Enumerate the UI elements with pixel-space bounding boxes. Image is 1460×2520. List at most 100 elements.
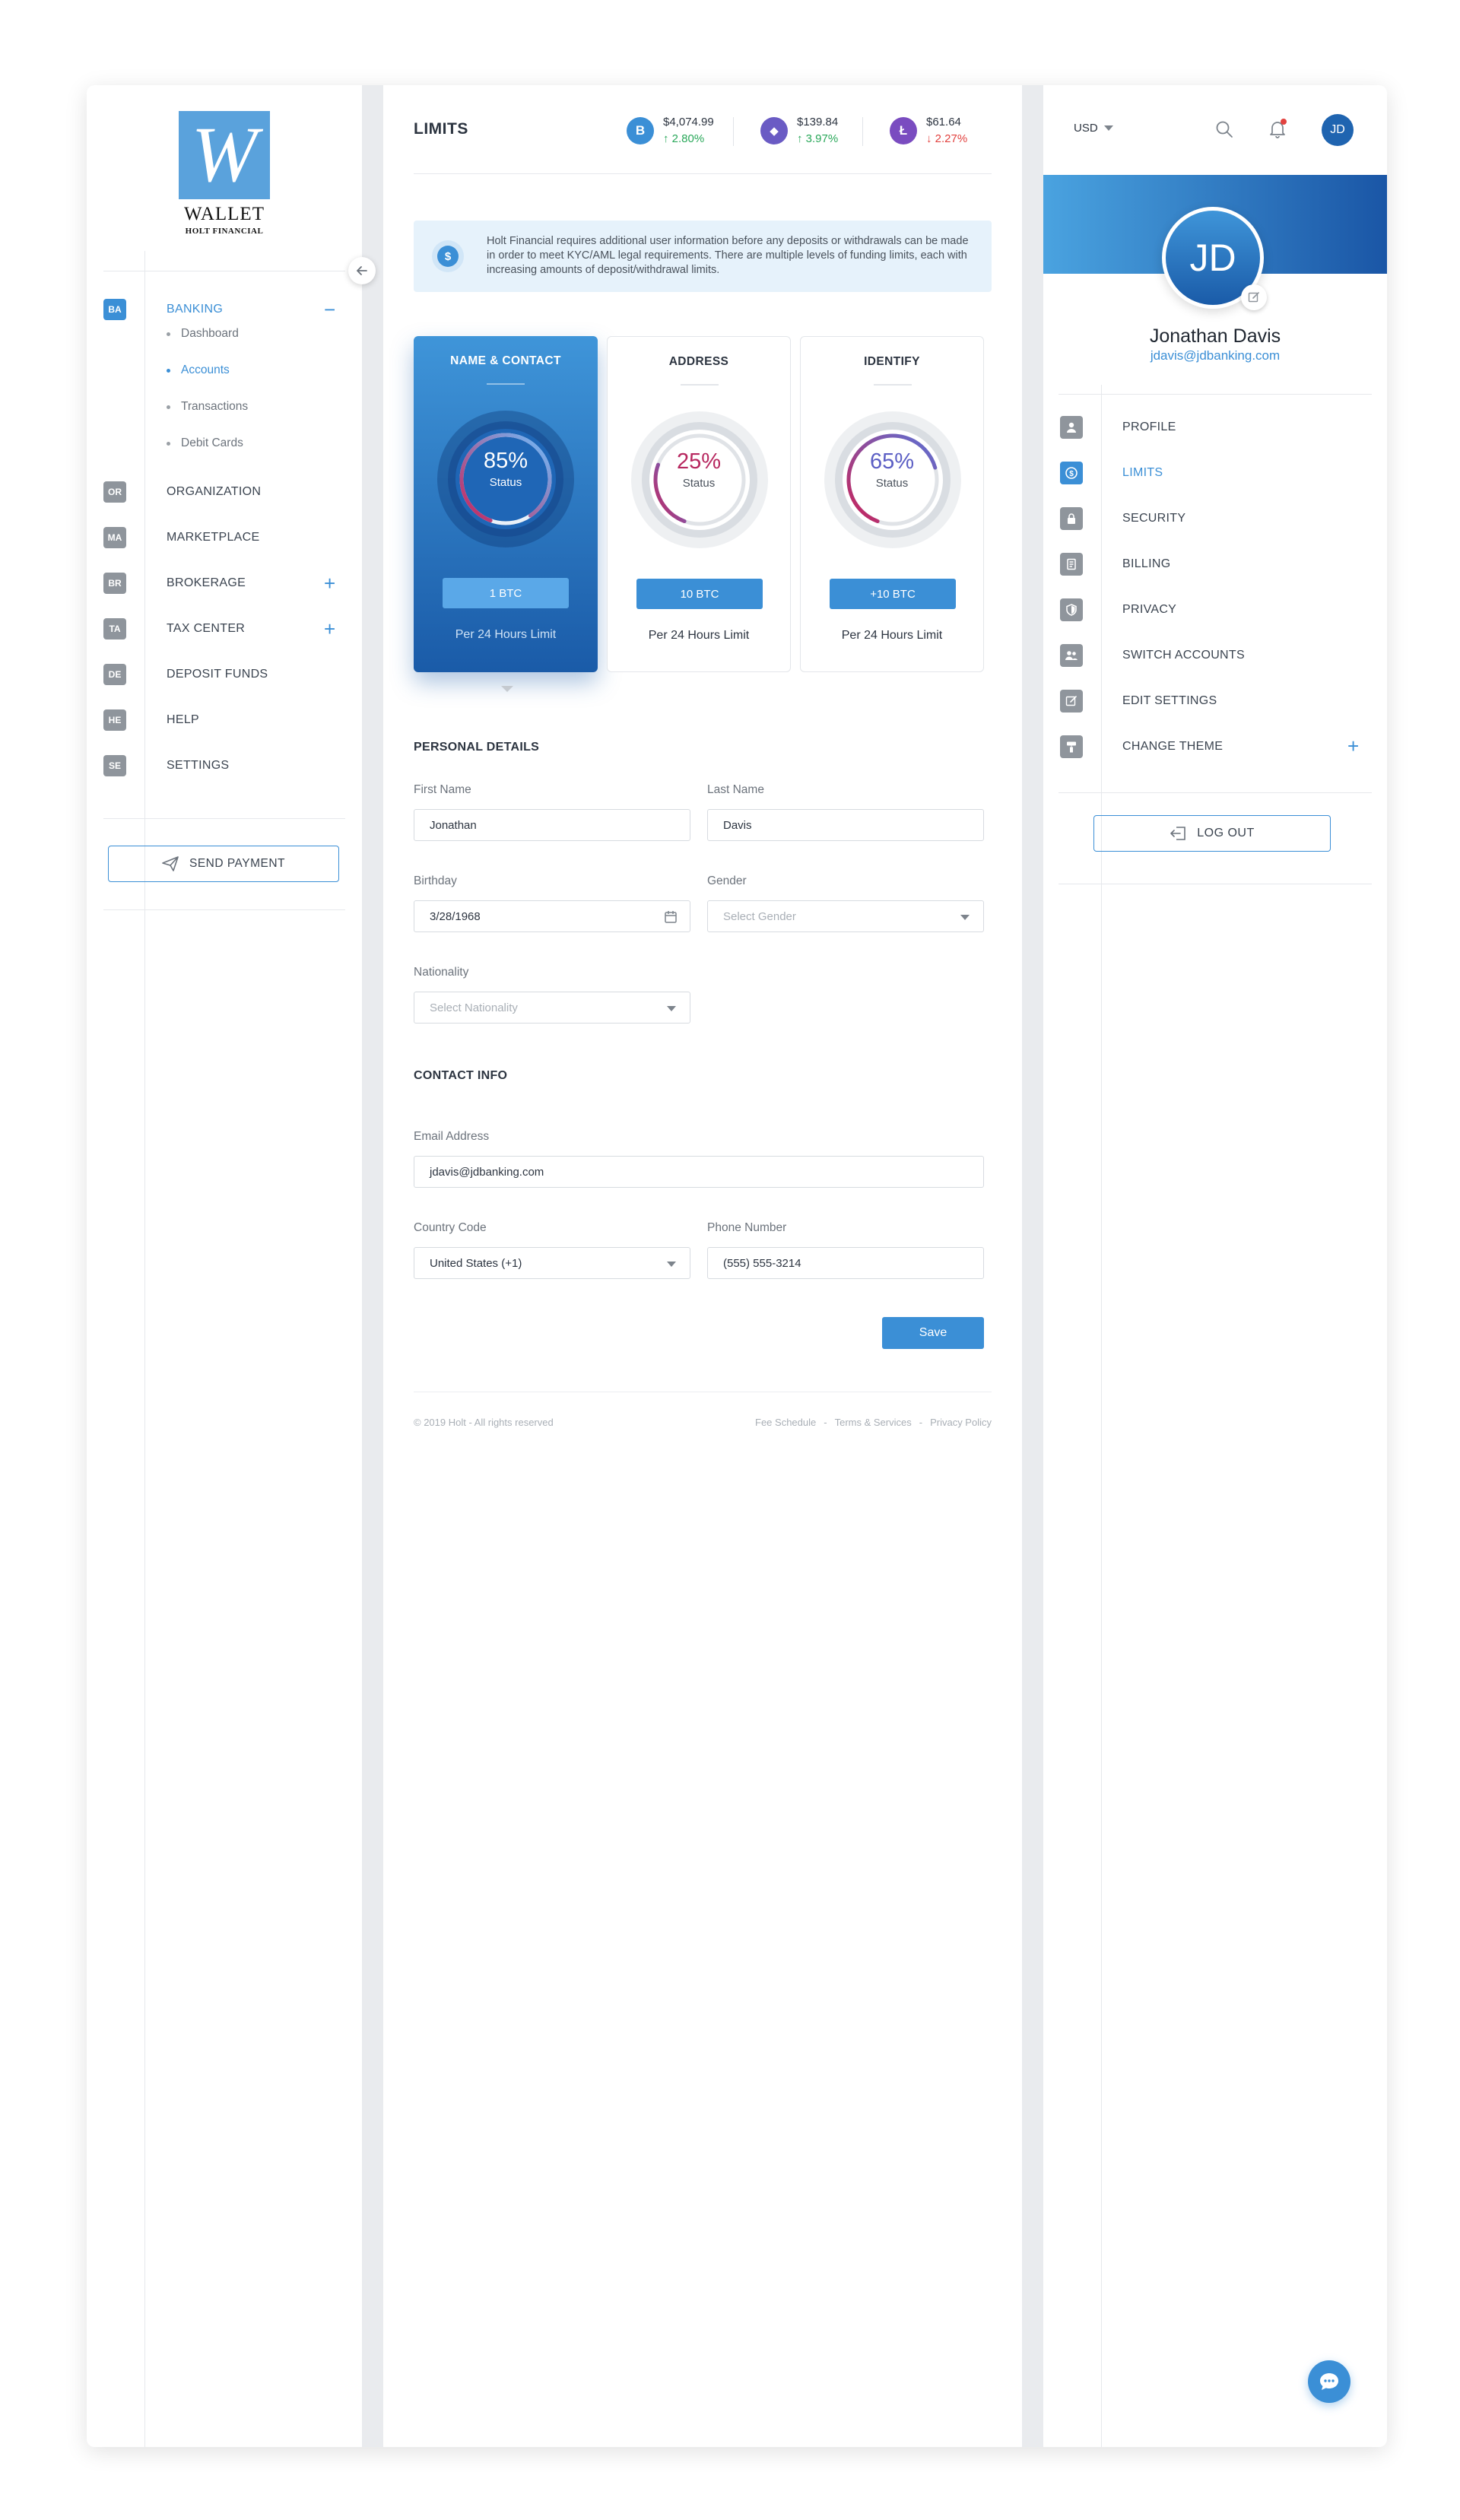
user-email[interactable]: jdavis@jdbanking.com: [1043, 348, 1387, 363]
lock-icon: [1060, 507, 1083, 530]
edit-avatar-button[interactable]: [1241, 284, 1267, 310]
nav-sub-transactions[interactable]: Transactions: [167, 400, 248, 414]
paint-roller-icon: [1060, 735, 1083, 758]
limit-card-identify[interactable]: IDENTIFY 65% Status +10 BTC Per 24 Hours…: [800, 336, 984, 672]
gauge-status: Status: [875, 477, 909, 490]
edit-icon: [1060, 690, 1083, 713]
logout-icon: [1170, 827, 1186, 840]
nav-badge: OR: [103, 481, 126, 503]
last-name-label: Last Name: [707, 783, 764, 796]
nationality-select[interactable]: Select Nationality: [414, 992, 690, 1024]
chat-icon: [1320, 2373, 1338, 2390]
chevron-down-icon: [960, 915, 970, 920]
nav-item-tax-center[interactable]: TA TAX CENTER +: [87, 617, 362, 640]
menu-label: LIMITS: [1122, 466, 1163, 479]
nav-badge: TA: [103, 618, 126, 640]
search-icon[interactable]: [1212, 117, 1236, 141]
nav-sub-debit-cards[interactable]: Debit Cards: [167, 436, 243, 450]
country-code-select[interactable]: United States (+1): [414, 1247, 690, 1279]
nav-label: ORGANIZATION: [167, 485, 262, 498]
currency-select[interactable]: USD: [1074, 122, 1113, 135]
caret-down-icon: [501, 686, 513, 692]
menu-item-privacy[interactable]: PRIVACY: [1043, 598, 1387, 622]
nav-sub-dashboard[interactable]: Dashboard: [167, 327, 239, 341]
collapse-icon[interactable]: −: [324, 300, 335, 319]
nav-label: DEPOSIT FUNDS: [167, 668, 268, 681]
menu-item-limits[interactable]: $ LIMITS: [1043, 461, 1387, 485]
calendar-icon[interactable]: [664, 910, 678, 924]
nav-sub-accounts[interactable]: Accounts: [167, 363, 230, 377]
birthday-value: 3/28/1968: [430, 909, 481, 923]
main-content: LIMITS B $4,074.99 ↑ 2.80% ◆ $139.84 ↑ 3…: [383, 85, 1022, 2447]
search-glyph: [1216, 121, 1233, 138]
menu-item-edit-settings[interactable]: EDIT SETTINGS: [1043, 689, 1387, 713]
dollar-icon: $: [1060, 462, 1083, 484]
nav-badge: SE: [103, 755, 126, 776]
privacy-policy-link[interactable]: Privacy Policy: [930, 1417, 992, 1428]
limit-card-name-contact[interactable]: NAME & CONTACT 85% Status 1 BTC Per 24 H…: [414, 336, 598, 672]
avatar[interactable]: JD: [1322, 114, 1354, 146]
card-title: NAME & CONTACT: [450, 354, 561, 367]
gauge-percent: 85%: [483, 449, 528, 473]
divider: [1058, 394, 1372, 395]
birthday-field[interactable]: 3/28/1968: [414, 900, 690, 932]
fee-schedule-link[interactable]: Fee Schedule: [755, 1417, 816, 1428]
send-payment-button[interactable]: SEND PAYMENT: [108, 846, 339, 882]
menu-item-profile[interactable]: PROFILE: [1043, 415, 1387, 440]
nationality-placeholder: Select Nationality: [430, 1001, 518, 1014]
nav-item-banking[interactable]: BA BANKING −: [87, 298, 362, 321]
contact-info-title: CONTACT INFO: [414, 1069, 508, 1082]
chat-button[interactable]: [1308, 2360, 1350, 2403]
currency-value: USD: [1074, 122, 1098, 135]
notification-dot: [1281, 119, 1287, 125]
gauge-status: Status: [682, 477, 716, 490]
bell-icon[interactable]: [1265, 117, 1290, 141]
nav-item-brokerage[interactable]: BR BROKERAGE +: [87, 572, 362, 595]
menu-item-security[interactable]: SECURITY: [1043, 506, 1387, 531]
expand-icon[interactable]: +: [1347, 735, 1359, 757]
email-field[interactable]: jdavis@jdbanking.com: [414, 1156, 984, 1188]
phone-field[interactable]: (555) 555-3214: [707, 1247, 984, 1279]
expand-icon[interactable]: +: [324, 573, 335, 593]
nav-item-deposit-funds[interactable]: DE DEPOSIT FUNDS: [87, 663, 362, 686]
app-frame: W WALLET HOLT FINANCIAL BA BANKING − Das…: [87, 85, 1387, 2447]
card-footer: Per 24 Hours Limit: [455, 628, 557, 641]
last-name-field[interactable]: Davis: [707, 809, 984, 841]
nav-badge: HE: [103, 709, 126, 731]
expand-icon[interactable]: +: [324, 619, 335, 639]
save-button[interactable]: Save: [882, 1317, 984, 1349]
copyright-text: © 2019 Holt - All rights reserved: [414, 1417, 554, 1428]
divider: [1058, 792, 1372, 793]
limit-card-address[interactable]: ADDRESS 25% Status 10 BTC Per 24 Hours L…: [607, 336, 791, 672]
menu-item-switch-accounts[interactable]: SWITCH ACCOUNTS: [1043, 643, 1387, 668]
limit-button[interactable]: 10 BTC: [636, 579, 763, 609]
first-name-field[interactable]: Jonathan: [414, 809, 690, 841]
logout-button[interactable]: LOG OUT: [1093, 815, 1331, 852]
menu-item-change-theme[interactable]: CHANGE THEME +: [1043, 735, 1387, 759]
bullet: [167, 332, 170, 336]
send-payment-label: SEND PAYMENT: [189, 857, 285, 870]
menu-item-billing[interactable]: BILLING: [1043, 552, 1387, 576]
ticker-price: $61.64: [926, 116, 961, 129]
dollar-symbol: $: [437, 246, 459, 267]
menu-label: EDIT SETTINGS: [1122, 694, 1217, 707]
gender-select[interactable]: Select Gender: [707, 900, 984, 932]
nav-label: MARKETPLACE: [167, 531, 260, 544]
user-name: Jonathan Davis: [1149, 325, 1281, 347]
limit-button[interactable]: +10 BTC: [830, 579, 956, 609]
personal-details-title: PERSONAL DETAILS: [414, 741, 540, 754]
ticker-price: $139.84: [797, 116, 839, 129]
nav-label: BANKING: [167, 303, 224, 316]
profile-panel: USD JD JD Jonathan Davis jdavis@jdbankin…: [1043, 85, 1387, 2447]
nav-item-organization[interactable]: OR ORGANIZATION: [87, 481, 362, 503]
wallet-logo[interactable]: W WALLET HOLT FINANCIAL: [179, 111, 270, 236]
nav-item-help[interactable]: HE HELP: [87, 709, 362, 732]
nav-item-marketplace[interactable]: MA MARKETPLACE: [87, 526, 362, 549]
nav-item-settings[interactable]: SE SETTINGS: [87, 754, 362, 777]
menu-label: PRIVACY: [1122, 603, 1177, 616]
collapse-sidebar-button[interactable]: [348, 257, 376, 284]
gauge-percent: 25%: [676, 449, 722, 474]
gauge-status: Status: [489, 476, 522, 489]
limit-button[interactable]: 1 BTC: [443, 578, 569, 608]
terms-link[interactable]: Terms & Services: [835, 1417, 912, 1428]
